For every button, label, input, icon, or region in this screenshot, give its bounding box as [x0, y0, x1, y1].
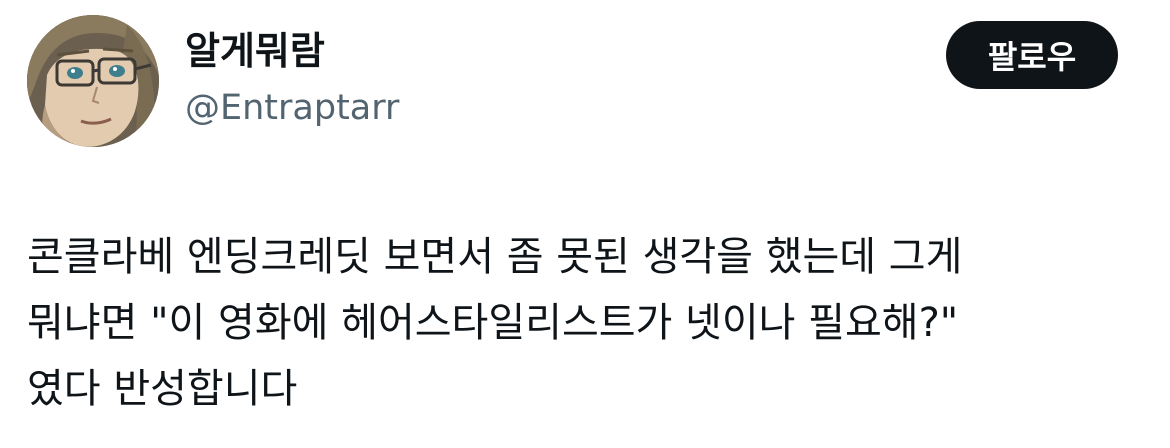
tweet-text-line: 뭐냐면 "이 영화에 헤어스타일리스트가 넷이나 필요해?"	[27, 300, 959, 346]
tweet-text-line: 콘클라베 엔딩크레딧 보면서 좀 못된 생각을 했는데 그게	[27, 234, 963, 280]
tweet-text-line: 였다 반성합니다	[27, 366, 298, 412]
author-display-name[interactable]: 알게뭐람	[185, 28, 325, 74]
author-handle[interactable]: @Entraptarr	[185, 86, 399, 130]
avatar-illustration-icon	[27, 15, 159, 147]
tweet-card: 알게뭐람 @Entraptarr 팔로우 콘클라베 엔딩크레딧 보면서 좀 못된…	[0, 0, 1170, 448]
follow-button[interactable]: 팔로우	[946, 21, 1118, 89]
tweet-body: 콘클라베 엔딩크레딧 보면서 좀 못된 생각을 했는데 그게 뭐냐면 "이 영화…	[27, 224, 1147, 422]
profile-avatar[interactable]	[27, 15, 159, 147]
